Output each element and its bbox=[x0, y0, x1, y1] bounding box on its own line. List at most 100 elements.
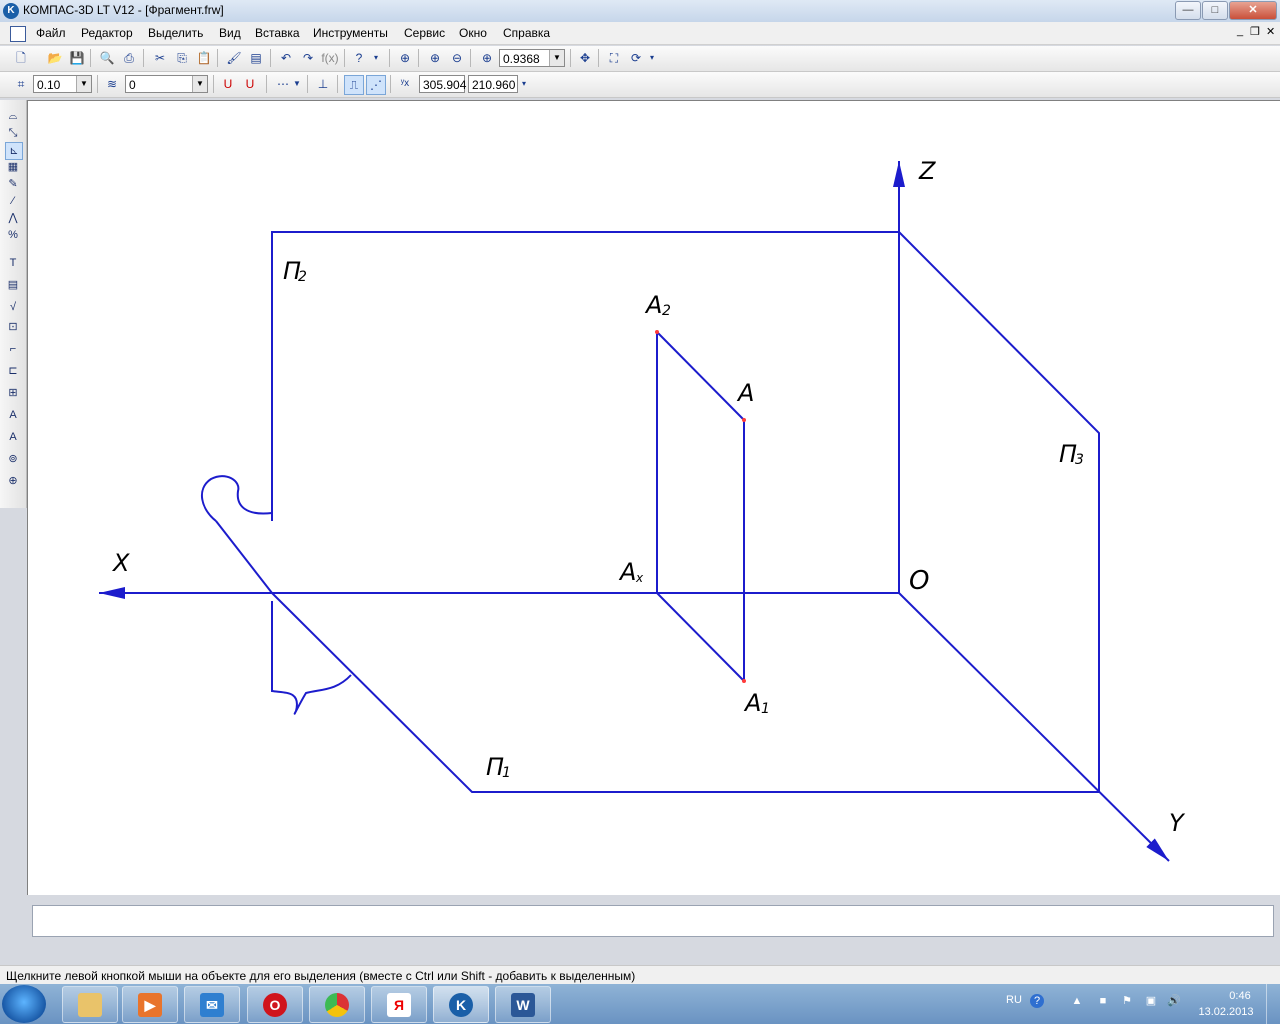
hatching-icon[interactable]: ▦ bbox=[5, 159, 21, 175]
drawing-area[interactable]: Z X Y O П 2 П 1 П 3 A A 2 A 1 A x bbox=[27, 100, 1280, 896]
taskbar-chrome[interactable] bbox=[309, 986, 365, 1023]
print-icon[interactable]: ⎙ bbox=[120, 49, 138, 67]
cut-line-icon[interactable]: A bbox=[5, 429, 21, 445]
show-hidden-icons-icon[interactable]: ▲ bbox=[1070, 994, 1084, 1008]
minimize-button[interactable]: — bbox=[1175, 1, 1201, 20]
document-icon[interactable] bbox=[10, 26, 26, 42]
step-icon[interactable]: ⌗ bbox=[12, 75, 30, 93]
properties-icon[interactable]: ▤ bbox=[247, 49, 265, 67]
chevron-down-icon[interactable]: ▼ bbox=[192, 76, 207, 92]
taskbar-media-player[interactable]: ▶ bbox=[122, 986, 178, 1023]
local-cs-icon[interactable]: ⊥ bbox=[314, 75, 332, 93]
select-icon[interactable]: % bbox=[5, 227, 21, 243]
taskbar-kompas[interactable]: K bbox=[433, 986, 489, 1023]
menu-editor[interactable]: Редактор bbox=[81, 26, 133, 40]
dimensions-icon[interactable]: ⊾ bbox=[5, 142, 23, 160]
leader-icon[interactable]: ⌐ bbox=[5, 341, 21, 357]
show-desktop-button[interactable] bbox=[1266, 984, 1280, 1024]
zoom-window-icon[interactable]: ⊕ bbox=[396, 49, 414, 67]
panel-splitter[interactable] bbox=[0, 895, 1280, 903]
paste-icon[interactable]: 📋 bbox=[195, 49, 213, 67]
menu-insert[interactable]: Вставка bbox=[255, 26, 300, 40]
maximize-button[interactable]: □ bbox=[1202, 1, 1228, 20]
step-combo[interactable]: 0.10 ▼ bbox=[33, 75, 92, 93]
language-indicator[interactable]: RU bbox=[1006, 994, 1022, 1006]
doc-minimize-button[interactable]: _ bbox=[1237, 25, 1243, 37]
refresh-icon[interactable]: ⟳ bbox=[627, 49, 645, 67]
zoom-combo[interactable]: 0.9368 ▼ bbox=[499, 49, 565, 67]
copy-icon[interactable]: ⎘ bbox=[173, 49, 191, 67]
status-bar: Щелкните левой кнопкой мыши на объекте д… bbox=[0, 965, 1280, 985]
doc-restore-button[interactable]: ❐ bbox=[1250, 25, 1260, 38]
clock-date[interactable]: 13.02.2013 bbox=[1196, 1006, 1256, 1018]
close-button[interactable]: ✕ bbox=[1229, 1, 1277, 20]
pan-icon[interactable]: ✥ bbox=[576, 49, 594, 67]
roughness-icon[interactable]: √ bbox=[5, 299, 21, 315]
menu-view[interactable]: Вид bbox=[219, 26, 241, 40]
doc-close-button[interactable]: ✕ bbox=[1266, 25, 1275, 38]
grid-icon[interactable]: ⋯ bbox=[274, 75, 292, 93]
zoom-out-icon[interactable]: ⊖ bbox=[448, 49, 466, 67]
menu-help[interactable]: Справка bbox=[503, 26, 550, 40]
show-all-icon[interactable]: ⛶ bbox=[605, 49, 623, 67]
chevron-down-icon[interactable]: ▼ bbox=[549, 50, 564, 66]
taskbar-yandex[interactable]: Я bbox=[371, 986, 427, 1023]
taskbar-opera[interactable]: O bbox=[247, 986, 303, 1023]
start-button[interactable] bbox=[2, 985, 46, 1023]
save-icon[interactable]: 💾 bbox=[68, 49, 86, 67]
help-pointer-icon[interactable]: ? bbox=[350, 49, 368, 67]
kompas-app-icon[interactable]: K bbox=[3, 3, 19, 19]
clock-time[interactable]: 0:46 bbox=[1215, 990, 1265, 1002]
chevron-down-icon[interactable]: ▼ bbox=[76, 76, 91, 92]
toolbar-options-icon[interactable]: ▾ bbox=[648, 49, 656, 67]
toolbar-options-icon[interactable]: ▾ bbox=[372, 49, 380, 67]
print-preview-icon[interactable]: 🔍 bbox=[98, 49, 116, 67]
edit-icon[interactable]: ✎ bbox=[5, 176, 21, 192]
property-bar[interactable] bbox=[32, 905, 1274, 937]
menu-tools[interactable]: Инструменты bbox=[313, 26, 388, 40]
toolbar-options-icon[interactable]: ▾ bbox=[520, 75, 528, 93]
position-leader-icon[interactable]: ⊏ bbox=[5, 363, 21, 379]
parametric-mode-icon[interactable]: ⋰ bbox=[366, 75, 386, 95]
open-icon[interactable]: 📂 bbox=[46, 49, 64, 67]
view-arrow-icon[interactable]: A bbox=[5, 407, 21, 423]
menu-window[interactable]: Окно bbox=[459, 26, 487, 40]
axis-icon[interactable]: ⊕ bbox=[5, 473, 21, 489]
curves-icon[interactable]: ⤡ bbox=[5, 125, 21, 141]
coord-y-field[interactable]: 210.960 bbox=[468, 75, 518, 93]
zoom-scale-icon[interactable]: ⊕ bbox=[478, 49, 496, 67]
menu-select[interactable]: Выделить bbox=[148, 26, 203, 40]
layers-icon[interactable]: ≋ bbox=[103, 75, 121, 93]
taskbar-mail[interactable]: ✉ bbox=[184, 986, 240, 1023]
format-brush-icon[interactable]: 🖌 bbox=[225, 49, 243, 67]
snap-local-icon[interactable]: U bbox=[241, 75, 259, 93]
menu-service[interactable]: Сервис bbox=[404, 26, 445, 40]
network-icon[interactable]: ▣ bbox=[1144, 994, 1158, 1008]
new-document-icon[interactable]: 🗋 bbox=[12, 49, 30, 67]
antivirus-tray-icon[interactable]: ■ bbox=[1096, 994, 1110, 1008]
geometry-icon[interactable]: ⌓ bbox=[5, 108, 21, 124]
ortho-mode-icon[interactable]: ⎍ bbox=[344, 75, 364, 95]
redo-icon[interactable]: ↷ bbox=[299, 49, 317, 67]
taskbar-explorer[interactable] bbox=[62, 986, 118, 1023]
layer-combo[interactable]: 0 ▼ bbox=[125, 75, 208, 93]
tolerance-icon[interactable]: ⊞ bbox=[5, 385, 21, 401]
base-icon[interactable]: ⊡ bbox=[5, 319, 21, 335]
chevron-down-icon[interactable]: ▼ bbox=[292, 75, 302, 93]
detail-view-icon[interactable]: ⊚ bbox=[5, 451, 21, 467]
table-icon[interactable]: ▤ bbox=[5, 277, 21, 293]
function-icon[interactable]: f(x) bbox=[321, 49, 339, 67]
parametrization-icon[interactable]: ⁄ bbox=[5, 193, 21, 209]
taskbar-word[interactable]: W bbox=[495, 986, 551, 1023]
undo-icon[interactable]: ↶ bbox=[277, 49, 295, 67]
measure-icon[interactable]: ⋀ bbox=[5, 210, 21, 226]
menu-file[interactable]: Файл bbox=[36, 26, 66, 40]
cut-icon[interactable]: ✂ bbox=[151, 49, 169, 67]
help-tray-icon[interactable]: ? bbox=[1030, 994, 1044, 1008]
text-icon[interactable]: T bbox=[5, 255, 21, 271]
volume-icon[interactable]: 🔊 bbox=[1167, 994, 1181, 1008]
action-center-icon[interactable]: ⚑ bbox=[1120, 994, 1134, 1008]
zoom-in-icon[interactable]: ⊕ bbox=[426, 49, 444, 67]
coord-x-field[interactable]: 305.904 bbox=[419, 75, 466, 93]
snap-magnet-icon[interactable]: U bbox=[219, 75, 237, 93]
